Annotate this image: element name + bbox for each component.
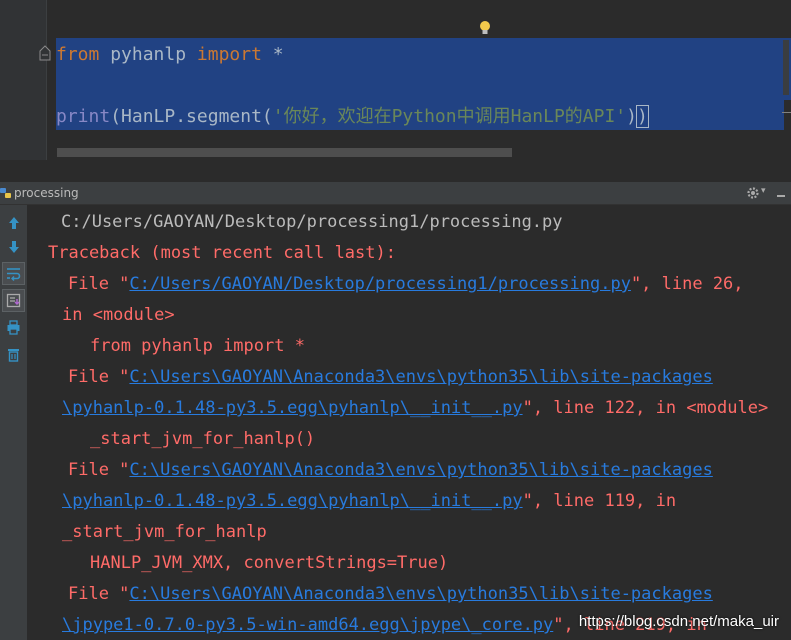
gutter-divider: [46, 0, 47, 160]
watermark: https://blog.csdn.net/maka_uir: [578, 613, 779, 630]
down-arrow-button[interactable]: [3, 236, 24, 257]
keyword-from: from: [56, 44, 100, 65]
keyword-import: import: [196, 44, 262, 65]
console-text: C:/Users/GAOYAN/Desktop/processing1/proc…: [61, 212, 563, 232]
console-text: File ": [68, 367, 130, 387]
soft-wrap-icon: [7, 268, 21, 281]
fold-marker-icon[interactable]: [38, 44, 52, 62]
down-arrow-icon: [8, 240, 19, 253]
console-text: Traceback (most recent call last):: [48, 243, 396, 263]
file-link[interactable]: C:\Users\GAOYAN\Anaconda3\envs\python35\…: [129, 584, 712, 604]
editor-gutter[interactable]: [0, 0, 46, 160]
string-literal: '你好，欢迎在Python中调用HanLP的API': [272, 106, 627, 127]
code-editor[interactable]: from pyhanlp import * print(HanLP.segmen…: [0, 0, 791, 160]
console-line: File "C:\Users\GAOYAN\Anaconda3\envs\pyt…: [68, 458, 713, 482]
chevron-down-icon[interactable]: ▾: [761, 186, 766, 196]
console-text: ", line 26,: [630, 274, 744, 294]
file-link[interactable]: \pyhanlp-0.1.48-py3.5.egg\pyhanlp\__init…: [62, 398, 523, 418]
scroll-to-end-icon: [6, 293, 21, 308]
run-panel-header: processing ▾: [0, 182, 791, 205]
run-tab-title[interactable]: processing: [14, 186, 79, 200]
console-text: _start_jvm_for_hanlp: [62, 522, 267, 542]
console-text: in <module>: [62, 305, 175, 325]
right-margin-mark: [782, 112, 791, 113]
console-line: File "C:/Users/GAOYAN/Desktop/processing…: [68, 272, 744, 296]
selection-edge: [784, 100, 791, 130]
console-line: from pyhanlp import *: [90, 334, 305, 358]
console-output[interactable]: C:/Users/GAOYAN/Desktop/processing1/proc…: [28, 205, 791, 640]
horizontal-scrollbar[interactable]: [57, 148, 512, 157]
console-text: _start_jvm_for_hanlp(): [90, 429, 316, 449]
close-paren-inner: ): [626, 106, 637, 127]
up-arrow-button[interactable]: [3, 212, 24, 233]
builtin-print: print: [56, 106, 111, 127]
console-text: from pyhanlp import *: [90, 336, 305, 356]
run-toolbar: [0, 205, 28, 640]
console-line: Traceback (most recent call last):: [48, 241, 396, 265]
soft-wrap-button[interactable]: [2, 262, 25, 285]
up-arrow-icon: [8, 216, 19, 229]
close-paren-matched: ): [635, 105, 649, 128]
clear-console-button[interactable]: [3, 344, 24, 365]
python-run-icon: [0, 188, 11, 198]
file-link[interactable]: C:\Users\GAOYAN\Anaconda3\envs\python35\…: [129, 367, 712, 387]
console-line: _start_jvm_for_hanlp: [62, 520, 267, 544]
console-text: ", line 119, in: [522, 491, 677, 511]
console-line: _start_jvm_for_hanlp(): [90, 427, 315, 451]
console-text: HANLP_JVM_XMX, convertStrings=True): [90, 553, 449, 573]
print-button[interactable]: [3, 317, 24, 338]
method-call: HanLP.segment(: [121, 106, 273, 127]
console-line: File "C:\Users\GAOYAN\Anaconda3\envs\pyt…: [68, 365, 713, 389]
console-line: C:/Users/GAOYAN/Desktop/processing1/proc…: [61, 210, 563, 234]
scroll-to-end-button[interactable]: [2, 289, 25, 312]
console-text: File ": [68, 584, 130, 604]
lightbulb-icon[interactable]: [479, 20, 491, 36]
console-line: \pyhanlp-0.1.48-py3.5.egg\pyhanlp\__init…: [62, 489, 676, 513]
console-text: File ": [68, 274, 130, 294]
file-link[interactable]: C:\Users\GAOYAN\Anaconda3\envs\python35\…: [129, 460, 712, 480]
module-name: pyhanlp: [99, 44, 197, 65]
file-link[interactable]: C:/Users/GAOYAN/Desktop/processing1/proc…: [129, 274, 631, 294]
trash-icon: [8, 349, 19, 362]
console-line: HANLP_JVM_XMX, convertStrings=True): [90, 551, 448, 575]
console-line: in <module>: [62, 303, 175, 327]
code-line-1[interactable]: from pyhanlp import *: [56, 43, 284, 67]
code-line-2[interactable]: print(HanLP.segment('你好，欢迎在Python中调用HanL…: [56, 105, 649, 129]
print-icon: [7, 320, 20, 335]
file-link[interactable]: \jpype1-0.7.0-py3.5-win-amd64.egg\jpype\…: [62, 615, 553, 635]
minimize-icon[interactable]: [774, 186, 788, 200]
console-text: File ": [68, 460, 130, 480]
file-link[interactable]: \pyhanlp-0.1.48-py3.5.egg\pyhanlp\__init…: [62, 491, 523, 511]
console-line: \pyhanlp-0.1.48-py3.5.egg\pyhanlp\__init…: [62, 396, 768, 420]
console-line: File "C:\Users\GAOYAN\Anaconda3\envs\pyt…: [68, 582, 713, 606]
vertical-scrollbar[interactable]: [783, 40, 789, 95]
gear-icon[interactable]: [746, 186, 760, 200]
open-paren: (: [110, 106, 122, 127]
import-star: *: [261, 44, 284, 65]
panel-divider[interactable]: [0, 160, 791, 183]
console-text: ", line 122, in <module>: [522, 398, 769, 418]
